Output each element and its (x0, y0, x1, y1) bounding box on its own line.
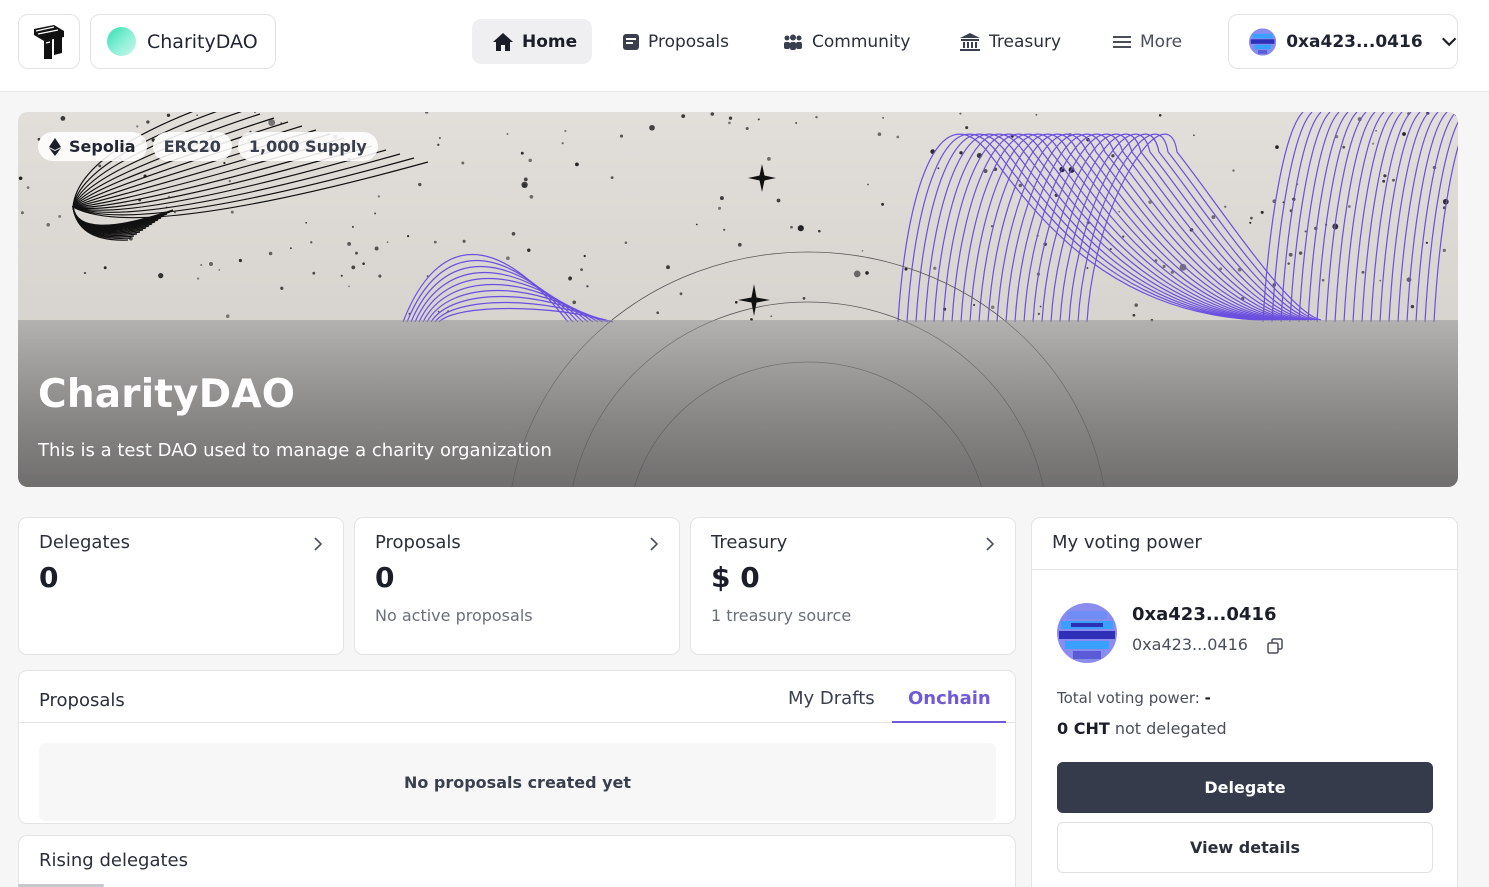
voter-address: 0xa423...0416 (1132, 635, 1248, 654)
active-proposals-text: No active proposals (375, 606, 533, 625)
dao-name: CharityDAO (147, 30, 258, 53)
app-logo[interactable] (18, 14, 80, 69)
dao-avatar (107, 27, 136, 56)
voting-power-header: My voting power (1032, 518, 1457, 570)
avatar (1057, 603, 1117, 663)
nav-treasury[interactable]: Treasury (939, 19, 1081, 64)
copy-icon[interactable] (1267, 638, 1283, 654)
nav-more-label: More (1140, 31, 1183, 52)
voter-name: 0xa423...0416 (1132, 604, 1277, 625)
total-voting-power-label: Total voting power: (1057, 689, 1200, 707)
ethereum-icon (49, 137, 61, 156)
nav-home-label: Home (522, 31, 578, 52)
chevron-down-icon (1441, 37, 1456, 46)
delegates-card[interactable]: Delegates 0 (18, 517, 344, 655)
proposals-icon (623, 33, 639, 50)
proposals-panel: Proposals My Drafts Onchain No proposals… (18, 670, 1016, 824)
view-details-button[interactable]: View details (1057, 822, 1433, 873)
dao-title: CharityDAO (38, 372, 296, 417)
not-delegated-text: not delegated (1114, 719, 1227, 738)
wallet-avatar-icon (1057, 603, 1117, 663)
menu-icon (1113, 35, 1131, 48)
chevron-right-icon (314, 537, 323, 551)
empty-proposals-state: No proposals created yet (39, 743, 996, 821)
token-badges: Sepolia ERC20 1,000 Supply (38, 132, 378, 161)
community-icon (784, 34, 802, 50)
chevron-right-icon (986, 537, 995, 551)
account-address: 0xa423...0416 (1286, 31, 1423, 52)
supply-label: 1,000 Supply (248, 137, 367, 156)
rising-delegates-title: Rising delegates (39, 850, 188, 871)
proposals-panel-title: Proposals (39, 690, 125, 711)
treasury-sources-text: 1 treasury source (711, 606, 852, 625)
tab-my-drafts[interactable]: My Drafts (788, 688, 875, 709)
treasury-label: Treasury (711, 532, 788, 553)
active-tab-indicator (892, 721, 1006, 723)
tab-onchain[interactable]: Onchain (908, 688, 991, 709)
treasury-card[interactable]: Treasury $ 0 1 treasury source (690, 517, 1016, 655)
token-standard-label: ERC20 (163, 137, 221, 156)
wallet-avatar-icon (1249, 27, 1277, 56)
proposals-label: Proposals (375, 532, 461, 553)
delegates-count: 0 (39, 561, 59, 594)
proposals-panel-header: Proposals My Drafts Onchain (19, 671, 1015, 723)
rising-delegates-panel: Rising delegates (18, 835, 1016, 887)
account-menu-button[interactable]: 0xa423...0416 (1228, 14, 1458, 69)
nav-community-label: Community (812, 31, 911, 52)
voting-power-title: My voting power (1052, 532, 1202, 553)
nav-treasury-label: Treasury (989, 31, 1062, 52)
home-icon (493, 32, 513, 51)
voting-power-panel: My voting power 0xa423...0416 0xa423...0… (1031, 517, 1458, 887)
treasury-value: $ 0 (711, 561, 760, 594)
nav-more[interactable]: More (1092, 19, 1202, 64)
top-navigation: CharityDAO Home Proposals Community Trea… (0, 0, 1489, 92)
nav-home[interactable]: Home (472, 19, 592, 64)
proposals-count: 0 (375, 561, 395, 594)
bank-icon (960, 32, 980, 51)
dao-selector[interactable]: CharityDAO (90, 14, 276, 69)
dao-hero-banner: Sepolia ERC20 1,000 Supply CharityDAO Th… (18, 112, 1458, 487)
nav-community[interactable]: Community (762, 19, 930, 64)
token-standard-badge: ERC20 (152, 132, 232, 161)
not-delegated-amount: 0 CHT (1057, 719, 1110, 738)
proposals-card[interactable]: Proposals 0 No active proposals (354, 517, 680, 655)
logo-icon (34, 24, 64, 59)
network-badge: Sepolia (38, 132, 147, 161)
not-delegated-info: 0 CHT not delegated (1057, 719, 1227, 738)
total-voting-power-value: - (1204, 689, 1211, 707)
chevron-right-icon (650, 537, 659, 551)
delegate-button[interactable]: Delegate (1057, 762, 1433, 813)
total-voting-power: Total voting power: - (1057, 689, 1211, 707)
network-label: Sepolia (69, 137, 136, 156)
nav-proposals-label: Proposals (648, 31, 730, 52)
supply-badge: 1,000 Supply (237, 132, 378, 161)
nav-proposals[interactable]: Proposals (602, 19, 749, 64)
dao-description: This is a test DAO used to manage a char… (38, 440, 552, 461)
empty-proposals-text: No proposals created yet (403, 772, 632, 792)
delegates-label: Delegates (39, 532, 130, 553)
